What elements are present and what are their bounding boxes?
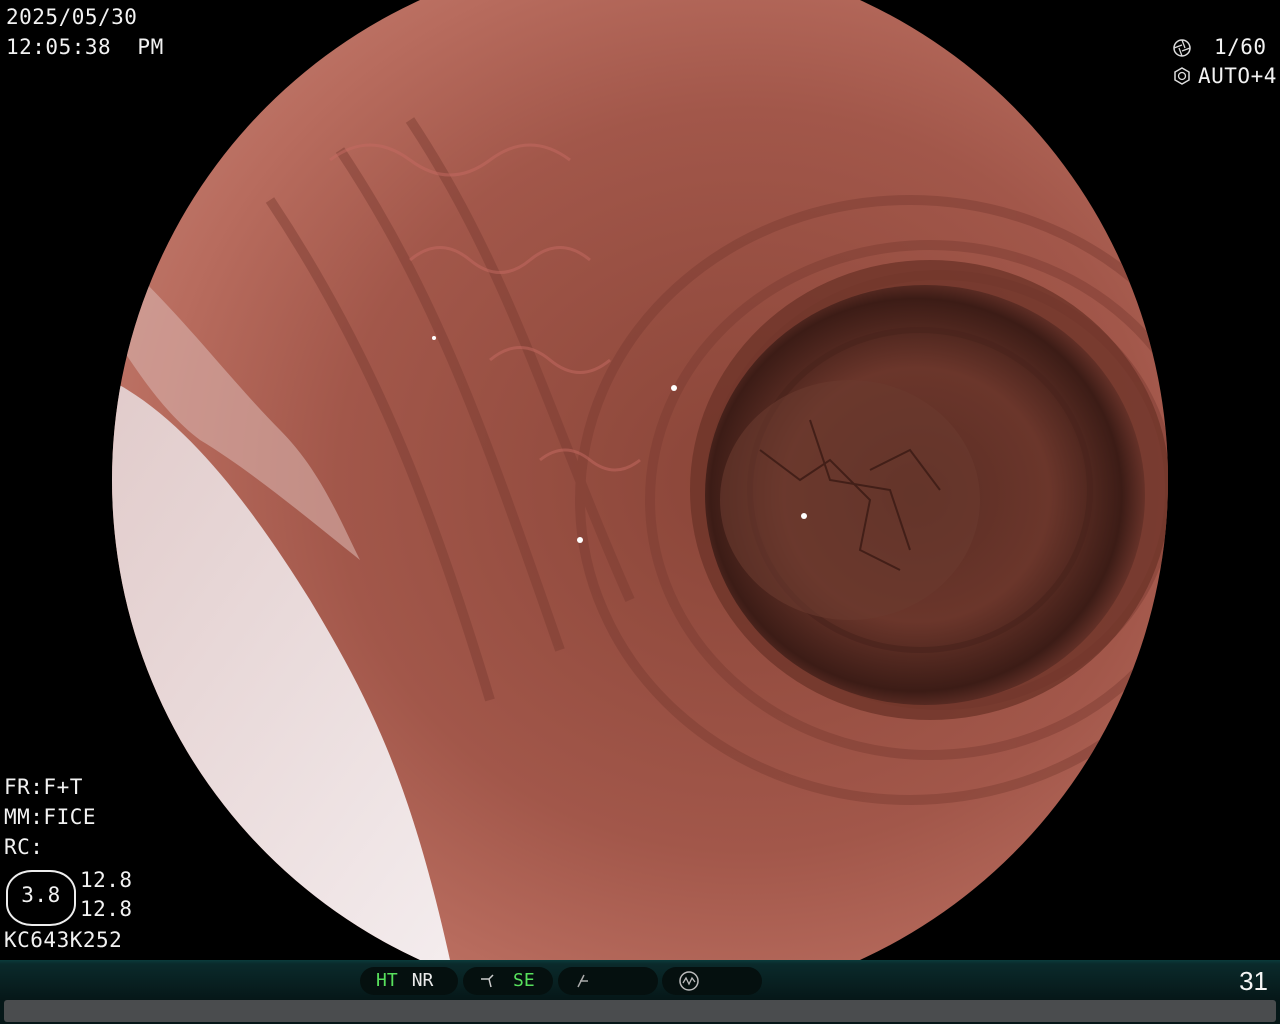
fr-setting: FR:F+T bbox=[4, 775, 83, 799]
shutter-speed: 1/60 bbox=[1214, 35, 1267, 59]
se-label: SE bbox=[513, 970, 535, 991]
enhance-icon bbox=[481, 974, 494, 988]
iris-mode: AUTO+4 bbox=[1198, 64, 1277, 88]
mm-setting: MM:FICE bbox=[4, 805, 97, 829]
aperture-icon bbox=[1173, 39, 1191, 57]
frame-number: 31 bbox=[1239, 966, 1268, 996]
date-label: 2025/05/30 bbox=[6, 5, 138, 29]
ht-label: HT bbox=[376, 970, 398, 991]
endoscope-view bbox=[112, 0, 1168, 960]
zoom-line-2: 12.8 bbox=[80, 897, 133, 921]
zoom-line-1: 12.8 bbox=[80, 868, 133, 892]
rc-setting: RC: bbox=[4, 835, 44, 859]
time-label: 12:05:38 PM bbox=[6, 35, 164, 59]
se-indicator: SE bbox=[463, 967, 553, 995]
mode-indicator bbox=[662, 967, 762, 995]
filter-indicator bbox=[558, 967, 658, 995]
iris-icon bbox=[1174, 67, 1190, 85]
zoom-value: 3.8 bbox=[21, 883, 61, 907]
ht-nr-indicator: HT NR bbox=[360, 967, 458, 995]
scope-id: KC643K252 bbox=[4, 928, 123, 952]
waveform-icon bbox=[679, 971, 699, 991]
bottom-strip bbox=[4, 1000, 1276, 1022]
status-bar: HT NR SE bbox=[0, 960, 1280, 1024]
filter-icon bbox=[577, 974, 588, 988]
nr-label: NR bbox=[411, 970, 434, 991]
